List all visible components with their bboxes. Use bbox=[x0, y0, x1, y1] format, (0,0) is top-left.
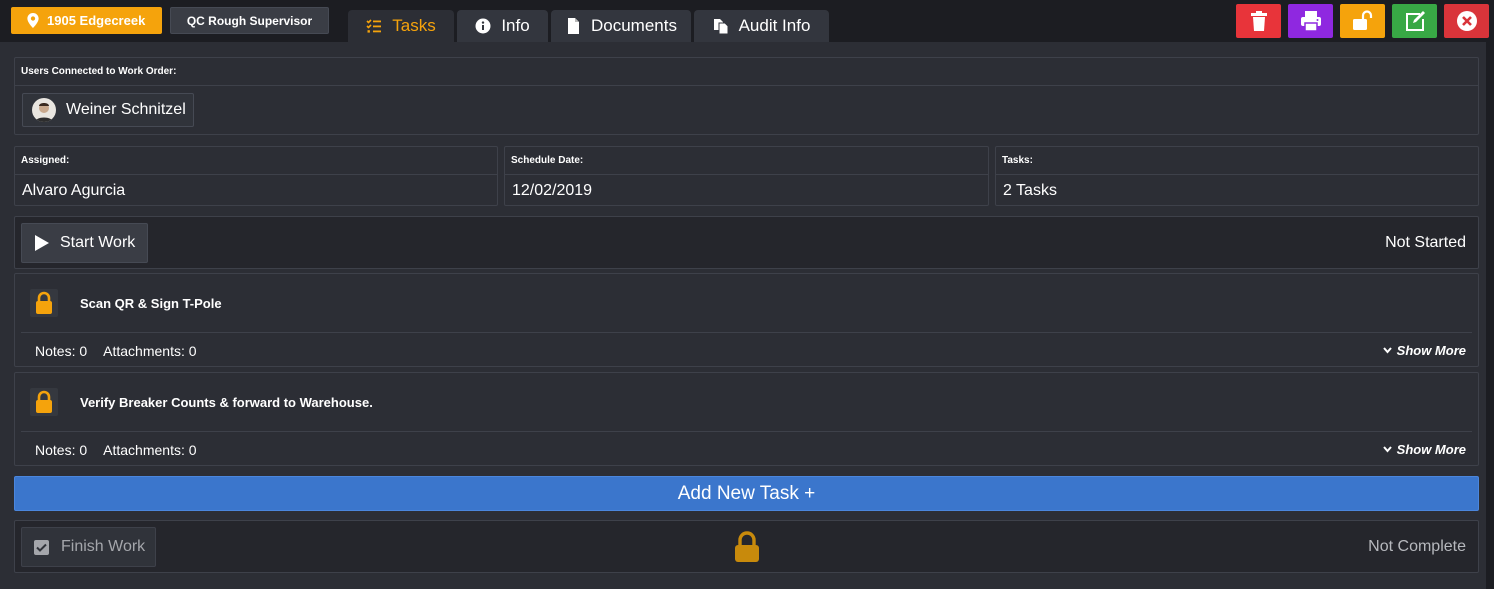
task-card: Verify Breaker Counts & forward to Wareh… bbox=[14, 372, 1479, 466]
tab-tasks[interactable]: Tasks bbox=[348, 10, 454, 42]
location-button[interactable]: 1905 Edgecreek bbox=[11, 7, 162, 34]
user-name: Weiner Schnitzel bbox=[66, 101, 186, 118]
lock-icon bbox=[36, 291, 52, 314]
task-lock bbox=[30, 388, 58, 416]
chevron-down-icon bbox=[1382, 446, 1392, 453]
users-label: Users Connected to Work Order: bbox=[15, 58, 1478, 86]
tab-audit-info[interactable]: Audit Info bbox=[694, 10, 829, 42]
lock-icon bbox=[735, 531, 759, 562]
show-more-button[interactable]: Show More bbox=[1382, 343, 1466, 358]
task-attachments: Attachments: 0 bbox=[103, 343, 197, 359]
user-chip[interactable]: Weiner Schnitzel bbox=[22, 93, 194, 127]
tab-info-label: Info bbox=[501, 16, 530, 35]
users-panel: Users Connected to Work Order: Weiner Sc… bbox=[14, 57, 1479, 135]
task-attachments: Attachments: 0 bbox=[103, 442, 197, 458]
task-notes: Notes: 0 bbox=[35, 442, 88, 458]
chevron-down-icon bbox=[1382, 347, 1392, 354]
add-new-task-button[interactable]: Add New Task + bbox=[14, 476, 1479, 511]
start-work-button[interactable]: Start Work bbox=[21, 223, 148, 263]
tasks-icon bbox=[366, 19, 382, 33]
finish-work-panel: Finish Work Not Complete bbox=[14, 520, 1479, 573]
task-title: Scan QR & Sign T-Pole bbox=[80, 296, 222, 311]
schedule-date-label: Schedule Date: bbox=[505, 147, 988, 175]
copy-icon bbox=[713, 19, 729, 34]
work-status: Not Started bbox=[1385, 233, 1466, 251]
tab-documents[interactable]: Documents bbox=[551, 10, 691, 42]
show-more-label: Show More bbox=[1396, 343, 1466, 358]
location-label: 1905 Edgecreek bbox=[47, 13, 146, 28]
close-icon bbox=[1456, 11, 1477, 31]
unlock-button[interactable] bbox=[1340, 4, 1385, 38]
assigned-label: Assigned: bbox=[15, 147, 497, 175]
tasks-count-panel: Tasks: 2 Tasks bbox=[995, 146, 1479, 206]
tab-audit-info-label: Audit Info bbox=[738, 16, 811, 35]
show-more-button[interactable]: Show More bbox=[1382, 442, 1466, 457]
divider bbox=[21, 332, 1472, 333]
tab-documents-label: Documents bbox=[591, 16, 677, 35]
add-new-task-label: Add New Task + bbox=[677, 482, 816, 504]
scrollbar[interactable] bbox=[1486, 42, 1494, 589]
finish-work-button[interactable]: Finish Work bbox=[21, 527, 156, 567]
start-work-label: Start Work bbox=[60, 234, 136, 251]
divider bbox=[21, 431, 1472, 432]
document-icon bbox=[568, 18, 579, 34]
tasks-count-value: 2 Tasks bbox=[1003, 182, 1057, 199]
tasks-count-label: Tasks: bbox=[996, 147, 1478, 175]
delete-button[interactable] bbox=[1236, 4, 1281, 38]
map-marker-icon bbox=[27, 13, 39, 28]
trash-icon bbox=[1250, 11, 1267, 31]
finish-status: Not Complete bbox=[1368, 537, 1466, 555]
edit-button[interactable] bbox=[1392, 4, 1437, 38]
schedule-date-panel: Schedule Date: 12/02/2019 bbox=[504, 146, 989, 206]
task-title: Verify Breaker Counts & forward to Wareh… bbox=[80, 395, 373, 410]
play-icon bbox=[35, 235, 49, 251]
top-bar: 1905 Edgecreek QC Rough Supervisor Tasks… bbox=[0, 0, 1494, 42]
print-icon bbox=[1300, 11, 1321, 32]
task-notes: Notes: 0 bbox=[35, 343, 88, 359]
print-button[interactable] bbox=[1288, 4, 1333, 38]
task-meta: Notes: 0 Attachments: 0 bbox=[35, 343, 197, 359]
role-button[interactable]: QC Rough Supervisor bbox=[170, 7, 329, 34]
finish-work-label: Finish Work bbox=[61, 538, 146, 555]
info-icon bbox=[475, 18, 491, 34]
lock-icon bbox=[36, 390, 52, 413]
role-label: QC Rough Supervisor bbox=[186, 13, 313, 28]
unlock-icon bbox=[1352, 10, 1372, 30]
task-card: Scan QR & Sign T-Pole Notes: 0 Attachmen… bbox=[14, 273, 1479, 367]
tab-tasks-label: Tasks bbox=[392, 16, 436, 35]
avatar bbox=[32, 98, 56, 122]
show-more-label: Show More bbox=[1396, 442, 1466, 457]
assigned-panel: Assigned: Alvaro Agurcia bbox=[14, 146, 498, 206]
task-meta: Notes: 0 Attachments: 0 bbox=[35, 442, 197, 458]
edit-icon bbox=[1405, 11, 1425, 31]
tab-info[interactable]: Info bbox=[457, 10, 548, 42]
close-button[interactable] bbox=[1444, 4, 1489, 38]
start-work-panel: Start Work Not Started bbox=[14, 216, 1479, 269]
checkbox-icon bbox=[34, 539, 49, 555]
task-lock bbox=[30, 289, 58, 317]
assigned-value: Alvaro Agurcia bbox=[22, 182, 126, 199]
schedule-date-value: 12/02/2019 bbox=[512, 182, 593, 199]
